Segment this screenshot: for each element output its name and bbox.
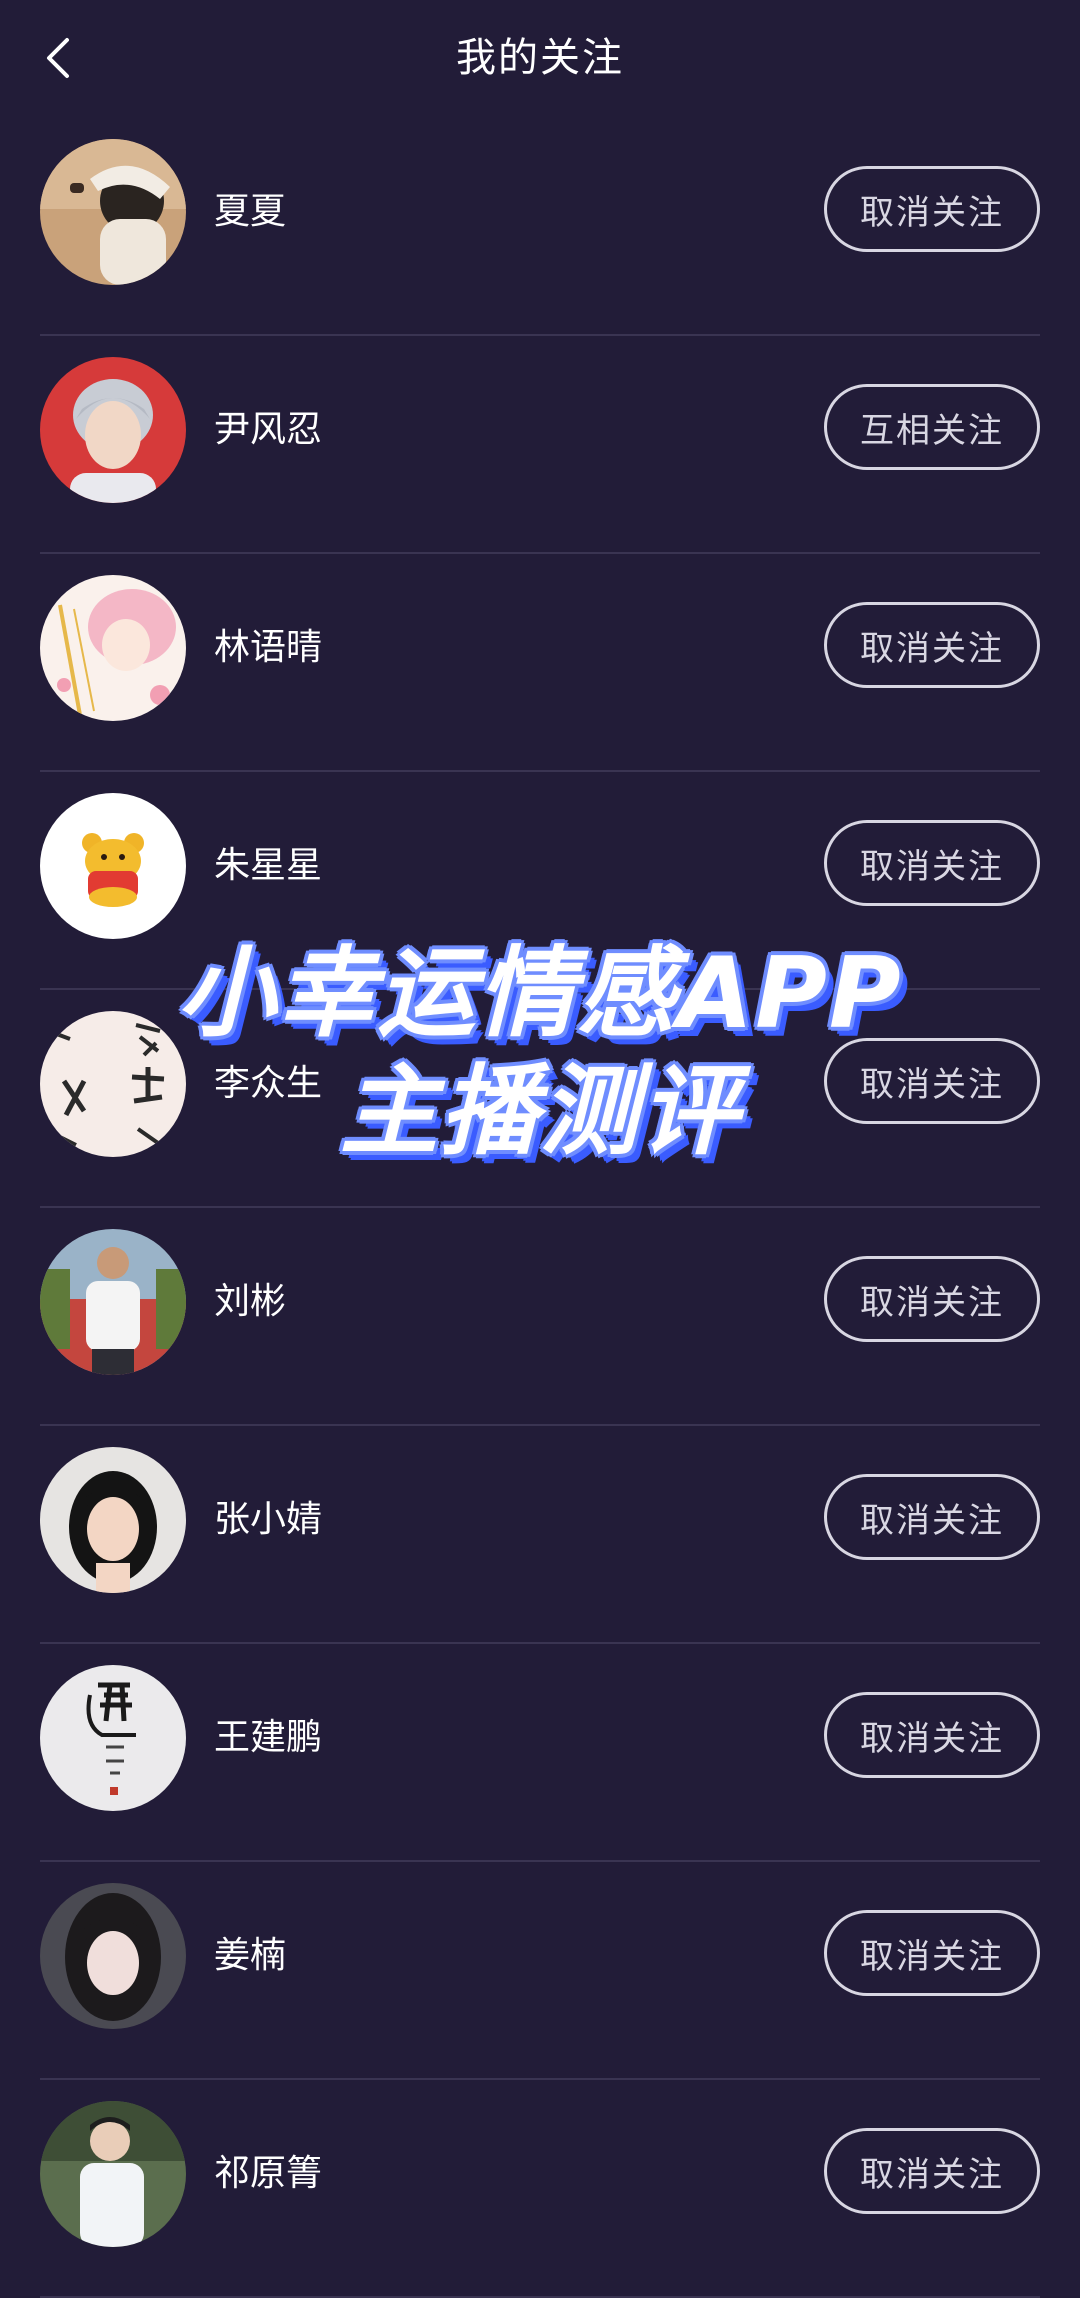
mutual-follow-button[interactable]: 互相关注 (824, 384, 1040, 470)
list-item[interactable]: 夏夏 取消关注 (40, 118, 1040, 336)
user-name: 尹风忍 (214, 409, 323, 450)
list-item[interactable]: 尹风忍 互相关注 (40, 336, 1040, 554)
user-name: 张小婧 (214, 1499, 323, 1540)
list-item[interactable]: 李众生 取消关注 (40, 990, 1040, 1208)
unfollow-button[interactable]: 取消关注 (824, 1256, 1040, 1342)
user-name: 朱星星 (214, 845, 323, 886)
avatar[interactable] (40, 139, 186, 285)
unfollow-button[interactable]: 取消关注 (824, 1910, 1040, 1996)
avatar[interactable] (40, 575, 186, 721)
avatar[interactable] (40, 1447, 186, 1593)
user-name: 王建鹏 (214, 1717, 323, 1758)
user-name: 李众生 (214, 1063, 323, 1104)
user-name: 林语晴 (214, 627, 323, 668)
user-name: 姜楠 (214, 1935, 287, 1976)
list-item[interactable]: 王建鹏 取消关注 (40, 1644, 1040, 1862)
follow-list: 夏夏 取消关注 尹风忍 互相关注 林语晴 取消关注 朱星星 取消关注 李众生 取… (40, 118, 1040, 2298)
unfollow-button[interactable]: 取消关注 (824, 820, 1040, 906)
unfollow-button[interactable]: 取消关注 (824, 602, 1040, 688)
list-item[interactable]: 朱星星 取消关注 (40, 772, 1040, 990)
unfollow-button[interactable]: 取消关注 (824, 166, 1040, 252)
unfollow-button[interactable]: 取消关注 (824, 1474, 1040, 1560)
avatar[interactable] (40, 2101, 186, 2247)
avatar[interactable] (40, 1665, 186, 1811)
page-title: 我的关注 (456, 35, 624, 81)
list-item[interactable]: 姜楠 取消关注 (40, 1862, 1040, 2080)
avatar[interactable] (40, 1883, 186, 2029)
unfollow-button[interactable]: 取消关注 (824, 2128, 1040, 2214)
avatar[interactable] (40, 1011, 186, 1157)
avatar[interactable] (40, 793, 186, 939)
unfollow-button[interactable]: 取消关注 (824, 1038, 1040, 1124)
unfollow-button[interactable]: 取消关注 (824, 1692, 1040, 1778)
avatar[interactable] (40, 1229, 186, 1375)
user-name: 刘彬 (214, 1281, 287, 1322)
list-item[interactable]: 祁原箐 取消关注 (40, 2080, 1040, 2298)
list-item[interactable]: 林语晴 取消关注 (40, 554, 1040, 772)
avatar[interactable] (40, 357, 186, 503)
list-item[interactable]: 刘彬 取消关注 (40, 1208, 1040, 1426)
top-bar: 我的关注 (0, 0, 1080, 118)
list-item[interactable]: 张小婧 取消关注 (40, 1426, 1040, 1644)
user-name: 祁原箐 (214, 2153, 323, 2194)
user-name: 夏夏 (214, 191, 287, 232)
